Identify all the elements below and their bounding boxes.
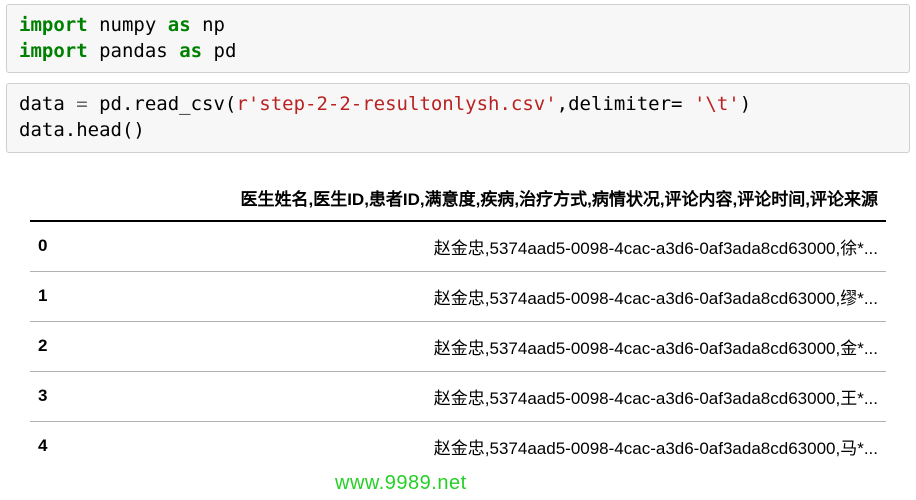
table-row: 3 赵金忠,5374aad5-0098-4cac-a3d6-0af3ada8cd… — [30, 371, 886, 421]
column-header: 医生姓名,医生ID,患者ID,满意度,疾病,治疗方式,病情状况,评论内容,评论时… — [80, 175, 886, 221]
code-text: ) — [740, 93, 751, 115]
watermark-text: www.9989.net — [335, 472, 467, 495]
string-literal: r'step-2-2-resultonlysh.csv' — [236, 93, 556, 115]
row-value: 赵金忠,5374aad5-0098-4cac-a3d6-0af3ada8cd63… — [80, 371, 886, 421]
alias-name: np — [202, 14, 225, 36]
table-header-row: 医生姓名,医生ID,患者ID,满意度,疾病,治疗方式,病情状况,评论内容,评论时… — [30, 175, 886, 221]
string-literal: '\t' — [694, 93, 740, 115]
keyword-as: as — [168, 14, 191, 36]
code-text: pd.read_csv( — [88, 93, 237, 115]
row-index: 2 — [30, 321, 80, 371]
keyword-as: as — [179, 40, 202, 62]
row-index: 3 — [30, 371, 80, 421]
row-value: 赵金忠,5374aad5-0098-4cac-a3d6-0af3ada8cd63… — [80, 271, 886, 321]
table-row: 1 赵金忠,5374aad5-0098-4cac-a3d6-0af3ada8cd… — [30, 271, 886, 321]
module-name: pandas — [99, 40, 168, 62]
table-row: 0 赵金忠,5374aad5-0098-4cac-a3d6-0af3ada8cd… — [30, 221, 886, 272]
output-area: 医生姓名,医生ID,患者ID,满意度,疾病,治疗方式,病情状况,评论内容,评论时… — [6, 163, 910, 471]
operator-equals: = — [76, 93, 87, 115]
table-row: 2 赵金忠,5374aad5-0098-4cac-a3d6-0af3ada8cd… — [30, 321, 886, 371]
keyword-import: import — [19, 40, 88, 62]
dataframe-table: 医生姓名,医生ID,患者ID,满意度,疾病,治疗方式,病情状况,评论内容,评论时… — [30, 175, 886, 471]
row-value: 赵金忠,5374aad5-0098-4cac-a3d6-0af3ada8cd63… — [80, 221, 886, 272]
row-index: 1 — [30, 271, 80, 321]
code-cell-2: data = pd.read_csv(r'step-2-2-resultonly… — [6, 83, 910, 152]
row-value: 赵金忠,5374aad5-0098-4cac-a3d6-0af3ada8cd63… — [80, 321, 886, 371]
code-text: ,delimiter= — [557, 93, 694, 115]
row-index: 0 — [30, 221, 80, 272]
row-index: 4 — [30, 421, 80, 471]
keyword-import: import — [19, 14, 88, 36]
code-cell-1: import numpy as np import pandas as pd — [6, 4, 910, 73]
code-text: data — [19, 93, 76, 115]
table-row: 4 赵金忠,5374aad5-0098-4cac-a3d6-0af3ada8cd… — [30, 421, 886, 471]
corner-cell — [30, 175, 80, 221]
code-text: data.head() — [19, 119, 145, 141]
module-name: numpy — [99, 14, 156, 36]
row-value: 赵金忠,5374aad5-0098-4cac-a3d6-0af3ada8cd63… — [80, 421, 886, 471]
alias-name: pd — [214, 40, 237, 62]
